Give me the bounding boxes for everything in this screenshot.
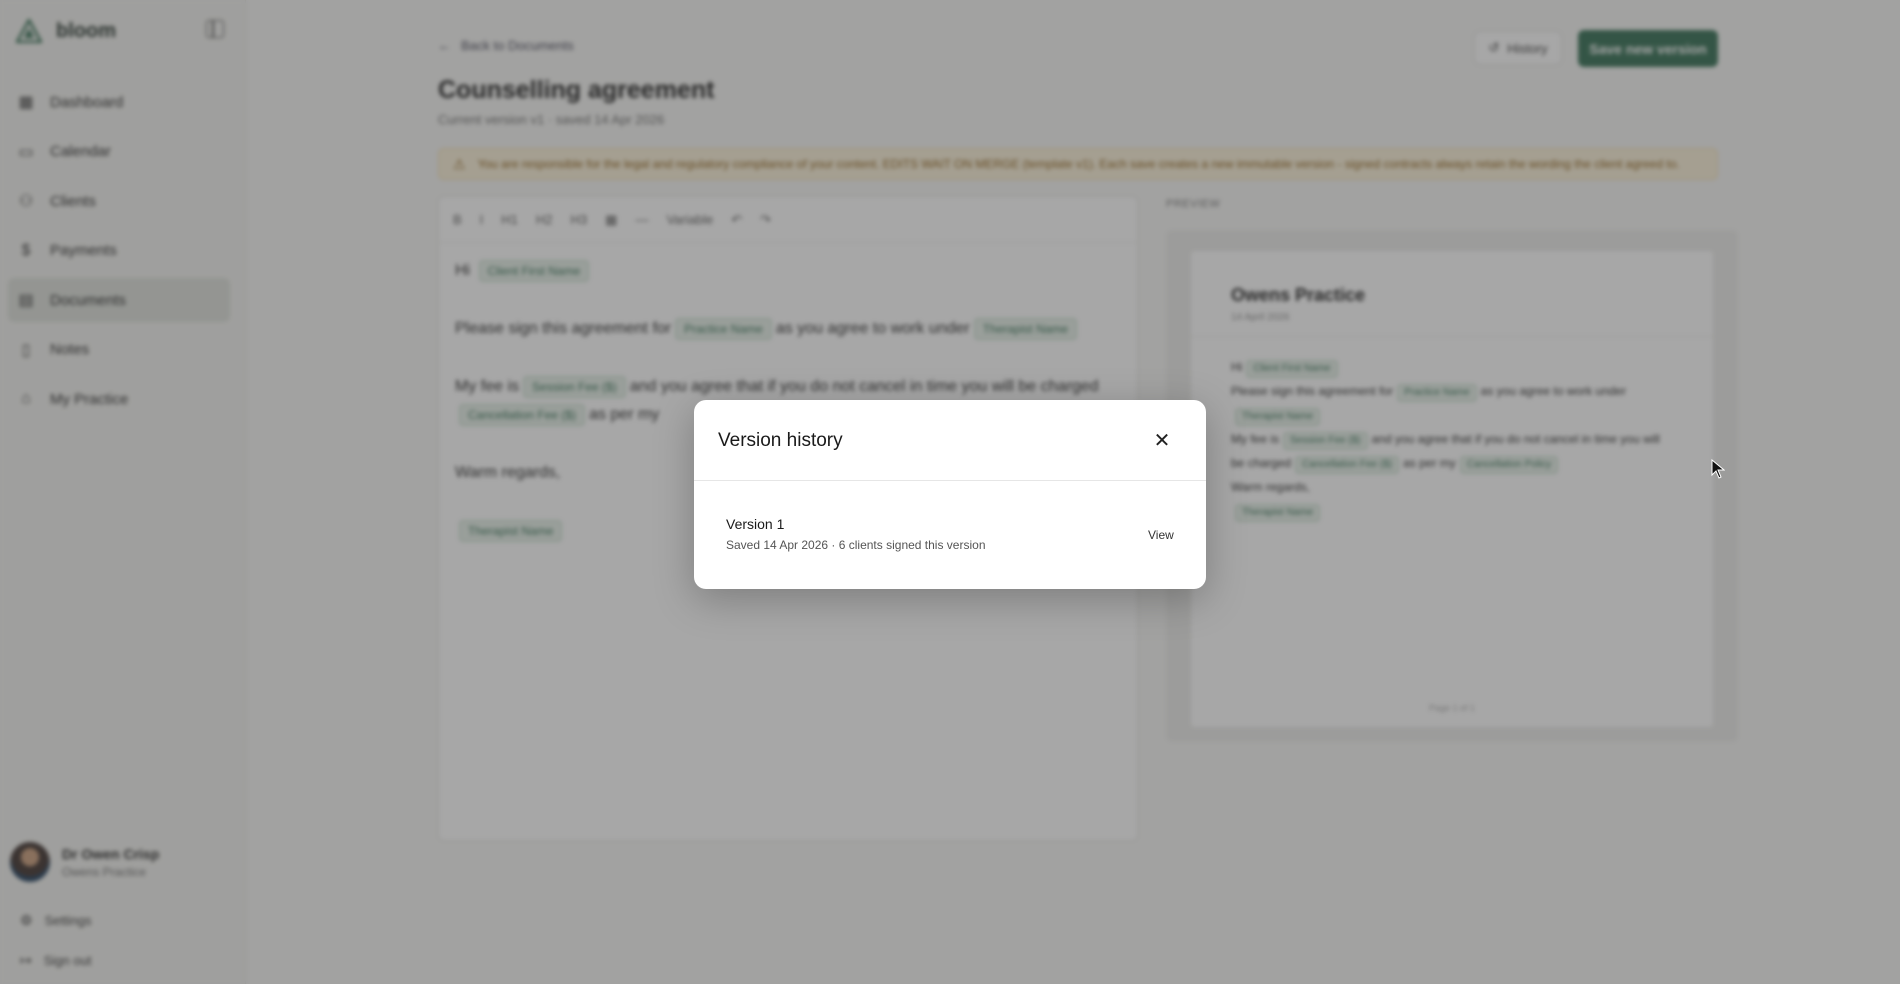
view-version-link[interactable]: View (1148, 528, 1174, 542)
version-name: Version 1 (726, 516, 785, 532)
close-icon[interactable]: ✕ (1150, 428, 1174, 452)
mouse-cursor-icon (1711, 459, 1725, 479)
version-list-item: Version 1 Saved 14 Apr 2026 · 6 clients … (726, 516, 1176, 552)
version-meta: Saved 14 Apr 2026 · 6 clients signed thi… (726, 538, 986, 552)
version-history-modal: Version history ✕ Version 1 Saved 14 Apr… (694, 400, 1206, 589)
modal-title: Version history (718, 430, 843, 451)
